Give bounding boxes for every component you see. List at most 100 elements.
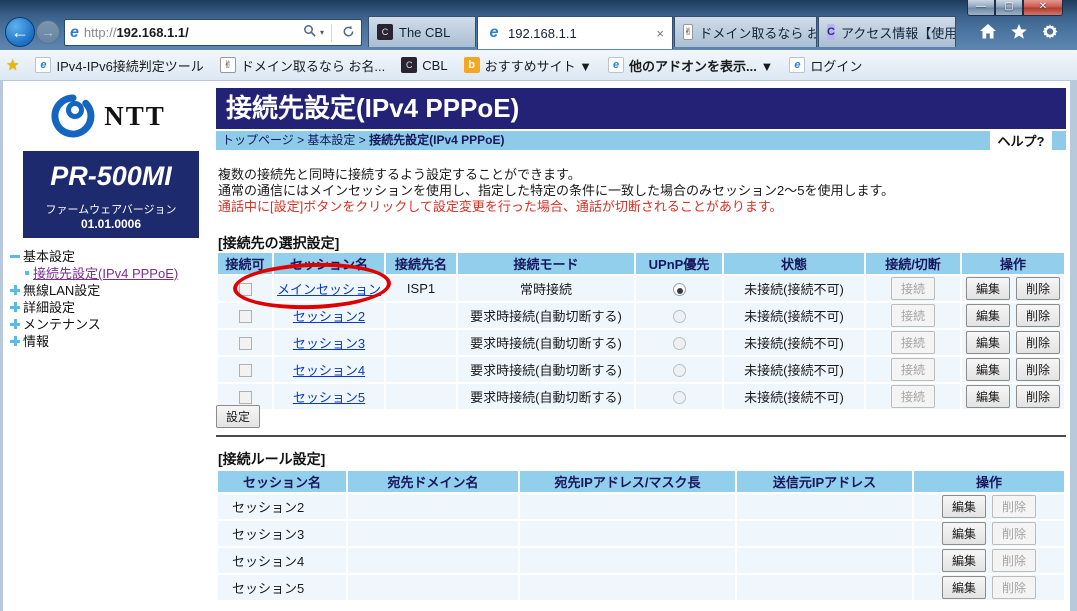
breadcrumb-prefix[interactable]: トップページ > 基本設定 > — [222, 133, 369, 147]
connect-button[interactable]: 接続 — [891, 331, 935, 354]
expand-plus-icon — [9, 318, 21, 330]
upnp-radio[interactable] — [673, 310, 686, 323]
dest-ip-mask — [520, 548, 735, 573]
delete-button[interactable]: 削除 — [992, 549, 1036, 572]
connectable-checkbox[interactable] — [239, 391, 252, 404]
maximize-button[interactable]: ▢ — [995, 0, 1023, 16]
favorite-label: IPv4-IPv6接続判定ツール — [56, 56, 203, 75]
edit-button[interactable]: 編集 — [966, 385, 1010, 408]
tab-label: アクセス情報【使用中... — [841, 23, 956, 42]
edit-button[interactable]: 編集 — [942, 522, 986, 545]
tab-close-icon[interactable]: × — [646, 26, 664, 41]
session-name: セッション2 — [218, 494, 346, 519]
favorite-label: CBL — [422, 58, 447, 73]
delete-button[interactable]: 削除 — [1016, 331, 1060, 354]
forward-button[interactable]: → — [36, 20, 60, 44]
description-text: 複数の接続先と同時に接続するよう設定することができます。 通常の通信にはメインセ… — [218, 167, 894, 215]
favorite-label: ドメイン取るなら お名... — [241, 56, 385, 75]
tab-the-cbl[interactable]: C The CBL — [368, 16, 476, 47]
dest-domain — [348, 548, 518, 573]
delete-button[interactable]: 削除 — [1016, 385, 1060, 408]
session-link-5[interactable]: セッション5 — [293, 390, 365, 405]
connect-button[interactable]: 接続 — [891, 277, 935, 300]
apply-settings-button[interactable]: 設定 — [216, 405, 260, 428]
connectable-checkbox[interactable] — [239, 337, 252, 350]
dest-ip-mask — [520, 494, 735, 519]
favorite-label: ログイン — [810, 56, 862, 75]
back-button[interactable]: ← — [5, 17, 35, 47]
search-icon[interactable] — [303, 24, 317, 41]
page-title: 接続先設定(IPv4 PPPoE) — [216, 88, 1066, 129]
tab-domain[interactable]: ✌ ドメイン取るなら お名... — [674, 16, 817, 47]
sidebar-item-basic-settings[interactable]: 基本設定 — [9, 247, 178, 264]
favorite-label: 他のアドオンを表示... ▼ — [629, 56, 773, 75]
connect-button[interactable]: 接続 — [891, 358, 935, 381]
col-dest-domain: 宛先ドメイン名 — [348, 471, 518, 492]
favorite-suggested-sites[interactable]: b おすすめサイト ▼ — [464, 56, 592, 75]
upnp-radio[interactable] — [673, 391, 686, 404]
search-dropdown-caret[interactable]: ▾ — [317, 28, 327, 37]
status-text: 未接続(接続不可) — [724, 276, 864, 301]
connectable-checkbox[interactable] — [239, 364, 252, 377]
minimize-button[interactable]: — — [967, 0, 995, 16]
favorite-ipv4-ipv6-tool[interactable]: e IPv4-IPv6接続判定ツール — [35, 56, 203, 75]
favorite-login[interactable]: e ログイン — [789, 56, 862, 75]
edit-button[interactable]: 編集 — [966, 277, 1010, 300]
tab-access-info[interactable]: C アクセス情報【使用中... — [818, 16, 956, 47]
table-header-row: セッション名 宛先ドメイン名 宛先IPアドレス/マスク長 送信元IPアドレス 操… — [218, 471, 1064, 492]
delete-button[interactable]: 削除 — [1016, 277, 1060, 300]
upnp-radio[interactable] — [673, 337, 686, 350]
edit-button[interactable]: 編集 — [942, 495, 986, 518]
home-icon[interactable] — [979, 23, 997, 40]
edit-button[interactable]: 編集 — [966, 304, 1010, 327]
connect-button[interactable]: 接続 — [891, 304, 935, 327]
edit-button[interactable]: 編集 — [966, 331, 1010, 354]
edit-button[interactable]: 編集 — [942, 549, 986, 572]
page-viewport: NTT PR-500MI ファームウェアバージョン 01.01.0006 基本設… — [0, 81, 1077, 611]
dest-ip-mask — [520, 521, 735, 546]
browser-window-frame: — ▢ ✕ ← → e http:// 192.168.1.1/ ▾ C The — [0, 0, 1077, 50]
expand-plus-icon — [9, 284, 21, 296]
firmware-label: ファームウェアバージョン — [23, 201, 199, 217]
connect-button[interactable]: 接続 — [891, 385, 935, 408]
col-isp-name: 接続先名 — [386, 253, 456, 274]
refresh-icon[interactable] — [336, 25, 361, 41]
sidebar-item-pppoe-settings[interactable]: 接続先設定(IPv4 PPPoE) — [9, 264, 178, 281]
table-row: セッション5 要求時接続(自動切断する) 未接続(接続不可) 接続 編集削除 — [218, 384, 1064, 409]
table-row: セッション4 要求時接続(自動切断する) 未接続(接続不可) 接続 編集削除 — [218, 357, 1064, 382]
delete-button[interactable]: 削除 — [1016, 304, 1060, 327]
favorite-more-addons[interactable]: e 他のアドオンを表示... ▼ — [608, 56, 773, 75]
help-link[interactable]: ヘルプ? — [990, 131, 1052, 150]
col-connection-mode: 接続モード — [458, 253, 634, 274]
cbl-icon: C — [401, 57, 417, 73]
session-link-4[interactable]: セッション4 — [293, 363, 365, 378]
upnp-radio[interactable] — [673, 364, 686, 377]
status-text: 未接続(接続不可) — [724, 384, 864, 409]
favorites-star-icon[interactable] — [1010, 23, 1028, 40]
delete-button[interactable]: 削除 — [992, 522, 1036, 545]
tab-192-168-1-1[interactable]: e 192.168.1.1 × — [477, 16, 673, 49]
upnp-radio[interactable] — [673, 283, 686, 296]
sidebar-item-wireless-lan[interactable]: 無線LAN設定 — [9, 281, 178, 298]
favorite-domain[interactable]: ✌ ドメイン取るなら お名... — [220, 56, 385, 75]
sidebar-item-advanced-settings[interactable]: 詳細設定 — [9, 298, 178, 315]
session-link-3[interactable]: セッション3 — [293, 336, 365, 351]
sidebar-menu: 基本設定 接続先設定(IPv4 PPPoE) 無線LAN設定 詳細設定 メンテナ… — [9, 247, 178, 349]
address-bar[interactable]: e http:// 192.168.1.1/ ▾ — [64, 19, 362, 46]
sidebar-item-information[interactable]: 情報 — [9, 332, 178, 349]
col-operations: 操作 — [914, 471, 1064, 492]
delete-button[interactable]: 削除 — [992, 576, 1036, 599]
sidebar-item-maintenance[interactable]: メンテナンス — [9, 315, 178, 332]
edit-button[interactable]: 編集 — [942, 576, 986, 599]
session-link-2[interactable]: セッション2 — [293, 309, 365, 324]
delete-button[interactable]: 削除 — [1016, 358, 1060, 381]
close-button[interactable]: ✕ — [1023, 0, 1063, 16]
settings-gear-icon[interactable] — [1041, 23, 1059, 40]
delete-button[interactable]: 削除 — [992, 495, 1036, 518]
edit-button[interactable]: 編集 — [966, 358, 1010, 381]
favorite-cbl[interactable]: C CBL — [401, 57, 447, 73]
ntt-logo: NTT — [3, 93, 213, 139]
connectable-checkbox[interactable] — [239, 310, 252, 323]
add-favorite-button[interactable]: ★ — [6, 56, 19, 74]
peace-hand-favicon: ✌ — [683, 24, 693, 40]
